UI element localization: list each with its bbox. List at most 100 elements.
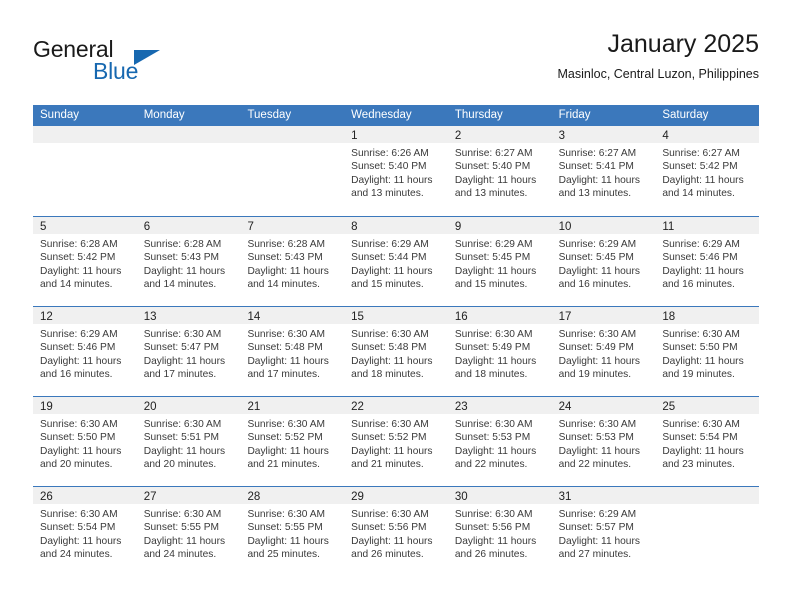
day-cell[interactable]: 9 Sunrise: 6:29 AM Sunset: 5:45 PM Daylight… — [447, 217, 552, 306]
sunrise-text: Sunrise: 6:30 AM — [351, 419, 429, 430]
sunset-text: Sunset: 5:46 PM — [40, 342, 116, 354]
sunrise-text: Sunrise: 6:30 AM — [247, 509, 326, 520]
sunset-text: Sunset: 5:43 PM — [247, 252, 323, 264]
day-details: Sunrise: 6:30 AM Sunset: 5:56 PM Daylight:… — [344, 504, 448, 562]
day-details: Sunrise: 6:28 AM Sunset: 5:42 PM Daylight:… — [33, 234, 137, 292]
day-cell[interactable]: 15 Sunrise: 6:30 AM Sunset: 5:48 PM Dayligh… — [344, 307, 448, 396]
daylight-text-line1: Daylight: 11 hours — [40, 445, 122, 457]
weekday-sunday: Sunday — [40, 109, 80, 121]
daylight-text-line2: and 24 minutes. — [40, 549, 113, 561]
day-cell[interactable]: 19 Sunrise: 6:30 AM Sunset: 5:50 PM Dayligh… — [33, 397, 137, 486]
day-cell[interactable]: 26 Sunrise: 6:30 AM Sunset: 5:54 PM Dayligh… — [33, 487, 137, 576]
page-header: General Blue January 2025 Masinloc, Cent… — [33, 28, 759, 96]
day-number-band: 15 — [344, 307, 448, 324]
day-details: Sunrise: 6:30 AM Sunset: 5:52 PM Daylight:… — [344, 414, 448, 472]
daylight-text-line2: and 16 minutes. — [40, 369, 113, 381]
day-number-band: 3 — [551, 126, 656, 143]
weekday-header-row: Sunday Monday Tuesday Wednesday Thursday… — [33, 105, 759, 126]
sunrise-text: Sunrise: 6:30 AM — [247, 419, 326, 430]
day-cell[interactable]: 22 Sunrise: 6:30 AM Sunset: 5:52 PM Dayligh… — [344, 397, 448, 486]
day-cell[interactable]: 20 Sunrise: 6:30 AM Sunset: 5:51 PM Dayligh… — [136, 397, 241, 486]
day-number-band: 16 — [447, 307, 552, 324]
daylight-text-line2: and 17 minutes. — [143, 369, 217, 381]
day-cell[interactable]: 6 Sunrise: 6:28 AM Sunset: 5:43 PM Daylight… — [136, 217, 241, 306]
day-cell[interactable]: 3 Sunrise: 6:27 AM Sunset: 5:41 PM Daylight… — [551, 126, 656, 216]
day-cell[interactable]: 2 Sunrise: 6:27 AM Sunset: 5:40 PM Daylight… — [447, 126, 552, 216]
daylight-text-line1: Daylight: 11 hours — [351, 535, 433, 547]
daylight-text-line2: and 19 minutes. — [558, 369, 632, 381]
day-details: Sunrise: 6:27 AM Sunset: 5:41 PM Daylight:… — [552, 143, 656, 201]
sunset-text: Sunset: 5:51 PM — [143, 432, 220, 444]
day-cell[interactable]: 28 Sunrise: 6:30 AM Sunset: 5:55 PM Dayligh… — [240, 487, 345, 576]
day-cell[interactable]: 10 Sunrise: 6:29 AM Sunset: 5:45 PM Dayligh… — [551, 217, 656, 306]
sunset-text: Sunset: 5:40 PM — [454, 161, 531, 173]
daylight-text-line2: and 14 minutes. — [40, 279, 113, 291]
day-cell-empty — [240, 126, 345, 216]
day-cell[interactable]: 7 Sunrise: 6:28 AM Sunset: 5:43 PM Daylight… — [240, 217, 345, 306]
day-number-band: 18 — [655, 307, 760, 324]
day-number: 25 — [662, 401, 676, 413]
sunset-text: Sunset: 5:52 PM — [247, 432, 323, 444]
day-details: Sunrise: 6:30 AM Sunset: 5:50 PM Daylight:… — [33, 414, 137, 472]
sunset-text: Sunset: 5:48 PM — [247, 342, 323, 354]
sunset-text: Sunset: 5:45 PM — [558, 252, 634, 264]
day-cell[interactable]: 16 Sunrise: 6:30 AM Sunset: 5:49 PM Dayligh… — [447, 307, 552, 396]
day-cell[interactable]: 27 Sunrise: 6:30 AM Sunset: 5:55 PM Dayligh… — [136, 487, 241, 576]
weekday-monday: Monday — [143, 109, 185, 121]
day-number-band: 28 — [240, 487, 345, 504]
day-number-band: 8 — [344, 217, 448, 234]
day-cell[interactable]: 13 Sunrise: 6:30 AM Sunset: 5:47 PM Dayligh… — [136, 307, 241, 396]
daylight-text-line1: Daylight: 11 hours — [143, 535, 226, 547]
day-cell[interactable]: 1 Sunrise: 6:26 AM Sunset: 5:40 PM Daylight… — [344, 126, 448, 216]
day-cell[interactable]: 31 Sunrise: 6:29 AM Sunset: 5:57 PM Dayligh… — [551, 487, 656, 576]
day-number-band: 14 — [240, 307, 345, 324]
sunset-text: Sunset: 5:57 PM — [558, 522, 634, 534]
daylight-text-line1: Daylight: 11 hours — [454, 445, 537, 457]
daylight-text-line1: Daylight: 11 hours — [143, 265, 226, 277]
daylight-text-line2: and 26 minutes. — [454, 549, 528, 561]
sunrise-text: Sunrise: 6:30 AM — [143, 509, 222, 520]
day-cell[interactable]: 4 Sunrise: 6:27 AM Sunset: 5:42 PM Daylight… — [655, 126, 760, 216]
daylight-text-line1: Daylight: 11 hours — [40, 535, 122, 547]
daylight-text-line2: and 26 minutes. — [351, 549, 424, 561]
daylight-text-line2: and 19 minutes. — [662, 369, 735, 381]
day-cell[interactable]: 18 Sunrise: 6:30 AM Sunset: 5:50 PM Dayligh… — [655, 307, 760, 396]
sunrise-text: Sunrise: 6:29 AM — [558, 239, 637, 250]
sunset-text: Sunset: 5:53 PM — [558, 432, 634, 444]
daylight-text-line1: Daylight: 11 hours — [662, 355, 744, 367]
sunrise-text: Sunrise: 6:30 AM — [662, 329, 740, 340]
calendar-week-row: 12 Sunrise: 6:29 AM Sunset: 5:46 PM Dayligh… — [33, 306, 760, 396]
day-cell[interactable]: 30 Sunrise: 6:30 AM Sunset: 5:56 PM Dayligh… — [447, 487, 552, 576]
daylight-text-line1: Daylight: 11 hours — [247, 355, 329, 367]
day-number: 17 — [558, 311, 572, 323]
day-cell[interactable]: 11 Sunrise: 6:29 AM Sunset: 5:46 PM Dayligh… — [655, 217, 760, 306]
day-number-band: 9 — [447, 217, 552, 234]
day-details: Sunrise: 6:29 AM Sunset: 5:46 PM Daylight:… — [33, 324, 137, 382]
day-cell[interactable]: 8 Sunrise: 6:29 AM Sunset: 5:44 PM Daylight… — [344, 217, 448, 306]
day-number-band: 31 — [551, 487, 656, 504]
day-cell[interactable]: 23 Sunrise: 6:30 AM Sunset: 5:53 PM Dayligh… — [447, 397, 552, 486]
sunrise-text: Sunrise: 6:27 AM — [662, 148, 740, 159]
day-cell[interactable]: 25 Sunrise: 6:30 AM Sunset: 5:54 PM Dayligh… — [655, 397, 760, 486]
day-cell-empty — [655, 487, 760, 576]
day-details: Sunrise: 6:30 AM Sunset: 5:47 PM Daylight:… — [137, 324, 241, 382]
day-cell[interactable]: 12 Sunrise: 6:29 AM Sunset: 5:46 PM Dayligh… — [33, 307, 137, 396]
day-number: 18 — [662, 311, 676, 323]
day-details: Sunrise: 6:29 AM Sunset: 5:45 PM Daylight:… — [448, 234, 552, 292]
day-number: 12 — [40, 311, 53, 323]
sunrise-text: Sunrise: 6:29 AM — [662, 239, 740, 250]
day-details: Sunrise: 6:26 AM Sunset: 5:40 PM Daylight:… — [344, 143, 448, 201]
day-cell[interactable]: 29 Sunrise: 6:30 AM Sunset: 5:56 PM Dayligh… — [344, 487, 448, 576]
day-cell[interactable]: 24 Sunrise: 6:30 AM Sunset: 5:53 PM Dayligh… — [551, 397, 656, 486]
sunset-text: Sunset: 5:44 PM — [351, 252, 427, 264]
day-details: Sunrise: 6:30 AM Sunset: 5:55 PM Daylight:… — [137, 504, 241, 562]
daylight-text-line2: and 21 minutes. — [247, 459, 320, 471]
day-cell[interactable]: 21 Sunrise: 6:30 AM Sunset: 5:52 PM Dayligh… — [240, 397, 345, 486]
day-number-band: 29 — [344, 487, 448, 504]
day-number: 20 — [143, 401, 157, 413]
day-cell[interactable]: 5 Sunrise: 6:28 AM Sunset: 5:42 PM Daylight… — [33, 217, 137, 306]
daylight-text-line2: and 27 minutes. — [558, 549, 632, 561]
day-cell[interactable]: 17 Sunrise: 6:30 AM Sunset: 5:49 PM Dayligh… — [551, 307, 656, 396]
day-cell[interactable]: 14 Sunrise: 6:30 AM Sunset: 5:48 PM Dayligh… — [240, 307, 345, 396]
brand-logo[interactable]: General Blue — [33, 36, 273, 92]
